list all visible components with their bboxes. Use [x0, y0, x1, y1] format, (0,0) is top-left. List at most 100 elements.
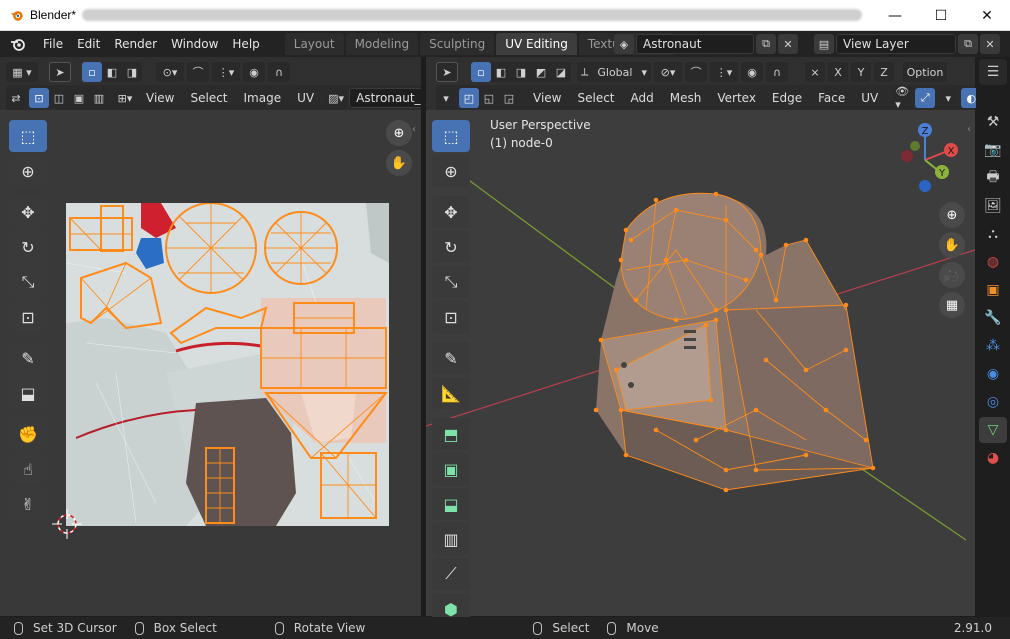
orientation-dropdown[interactable]: ⟂ Global ▾ — [577, 62, 651, 82]
maximize-button[interactable]: ☐ — [918, 0, 964, 31]
falloff-icon[interactable]: ∩ — [268, 62, 290, 82]
move-icon[interactable]: ✥ — [432, 196, 470, 228]
pivot-point-icon[interactable]: ⊘▾ — [654, 62, 682, 82]
tab-uv-editing[interactable]: UV Editing — [496, 33, 577, 55]
pivot-icon[interactable]: ⊙▾ — [156, 62, 184, 82]
rotate-icon[interactable]: ↻ — [9, 231, 47, 263]
options-dropdown[interactable]: Option — [903, 62, 947, 82]
vp-select-intersect-icon[interactable]: ◪ — [551, 62, 571, 82]
move-icon[interactable]: ✥ — [9, 196, 47, 228]
camera-view-icon[interactable]: 🎥 — [939, 262, 965, 288]
vp-menu-vertex[interactable]: Vertex — [709, 91, 764, 105]
scene-copy-icon[interactable]: ⧉ — [756, 34, 776, 54]
vp-menu-select[interactable]: Select — [569, 91, 622, 105]
axis-z-toggle[interactable]: Z — [874, 62, 894, 82]
tool-settings-icon[interactable]: ⚒ — [979, 109, 1007, 135]
world-icon[interactable]: ◍ — [979, 249, 1007, 275]
gizmo-dropdown-icon[interactable]: ▾ — [938, 88, 959, 108]
close-button[interactable]: ✕ — [964, 0, 1010, 31]
vp-menu-edge[interactable]: Edge — [764, 91, 810, 105]
scale-icon[interactable]: ⤡ — [9, 266, 47, 298]
edge-select-mode-icon[interactable]: ◱ — [479, 88, 499, 108]
vp-pan-hand-icon[interactable]: ✋ — [939, 232, 965, 258]
vp-falloff-icon[interactable]: ∩ — [766, 62, 788, 82]
sticky-select-icon[interactable]: ⊞▾ — [115, 88, 135, 108]
annotate-icon[interactable]: ✎ — [432, 342, 470, 374]
mesh-data-icon[interactable]: ▽ — [979, 417, 1007, 443]
uv-vertex-mode-icon[interactable]: ⊡ — [29, 88, 49, 108]
vp-select-invert-icon[interactable]: ◩ — [531, 62, 551, 82]
cursor-icon[interactable]: ⊕ — [9, 155, 47, 187]
select-box-icon[interactable]: ⬚ — [432, 120, 470, 152]
relax-icon[interactable]: ☝ — [9, 453, 47, 485]
tab-sculpting[interactable]: Sculpting — [420, 33, 495, 55]
vertex-select-mode-icon[interactable]: ◰ — [459, 88, 479, 108]
vp-menu-face[interactable]: Face — [810, 91, 853, 105]
menu-render[interactable]: Render — [107, 37, 164, 51]
viewport-canvas[interactable]: User Perspective (1) node-0 Z X Y ⊕ ✋ 🎥 … — [426, 110, 975, 616]
uv-menu-uv[interactable]: UV — [289, 91, 322, 105]
vp-zoom-icon[interactable]: ⊕ — [939, 202, 965, 228]
view-layer-remove-icon[interactable]: ✕ — [980, 34, 1000, 54]
select-new-icon[interactable]: ▫ — [82, 62, 102, 82]
select-subtract-icon[interactable]: ◨ — [122, 62, 142, 82]
modifier-icon[interactable]: 🔧 — [979, 305, 1007, 331]
view-layer-copy-icon[interactable]: ⧉ — [958, 34, 978, 54]
ortho-toggle-icon[interactable]: ▦ — [939, 292, 965, 318]
transform-icon[interactable]: ⊡ — [9, 301, 47, 333]
inset-icon[interactable]: ▣ — [432, 453, 470, 485]
measure-icon[interactable]: 📐 — [432, 377, 470, 409]
uv-2d-cursor-icon[interactable] — [52, 509, 82, 539]
select-extend-icon[interactable]: ◧ — [102, 62, 122, 82]
view-layer-browse-icon[interactable]: ▤ — [814, 34, 834, 54]
scene-browse-icon[interactable]: ◈ — [614, 34, 634, 54]
output-icon[interactable]: 🖶 — [979, 165, 1007, 191]
material-icon[interactable]: ◕ — [979, 445, 1007, 471]
outliner-icon[interactable]: ☰ — [979, 59, 1007, 85]
cube-project-icon[interactable]: ⬓ — [9, 377, 47, 409]
minimize-button[interactable]: — — [872, 0, 918, 31]
face-select-mode-icon[interactable]: ◲ — [499, 88, 519, 108]
uv-edge-mode-icon[interactable]: ◫ — [49, 88, 69, 108]
vp-select-new-icon[interactable]: ▫ — [471, 62, 491, 82]
scene-remove-icon[interactable]: ✕ — [778, 34, 798, 54]
axis-x-toggle[interactable]: X — [828, 62, 848, 82]
constraints-icon[interactable]: ◎ — [979, 389, 1007, 415]
visibility-icon[interactable]: 👁▾ — [892, 85, 913, 111]
menu-help[interactable]: Help — [225, 37, 266, 51]
vp-select-mode-icon[interactable]: ➤ — [436, 62, 458, 82]
cursor-icon[interactable]: ⊕ — [432, 155, 470, 187]
grab-icon[interactable]: ✊ — [9, 418, 47, 450]
knife-icon[interactable]: ⟋ — [432, 558, 470, 590]
proportional-edit-icon[interactable]: ◉ — [243, 62, 265, 82]
uv-sync-icon[interactable]: ⇄ — [6, 88, 26, 108]
menu-edit[interactable]: Edit — [70, 37, 107, 51]
object-icon[interactable]: ▣ — [979, 277, 1007, 303]
vp-snap-target-icon[interactable]: ⋮▾ — [710, 62, 738, 82]
view-layer-icon[interactable]: 🖼 — [979, 193, 1007, 219]
vp-menu-mesh[interactable]: Mesh — [662, 91, 710, 105]
bevel-icon[interactable]: ⬓ — [432, 488, 470, 520]
select-mode-icon[interactable]: ➤ — [49, 62, 71, 82]
render-icon[interactable]: 📷 — [979, 137, 1007, 163]
uv-island-mode-icon[interactable]: ▥ — [89, 88, 109, 108]
uv-menu-view[interactable]: View — [138, 91, 182, 105]
vp-select-extend-icon[interactable]: ◧ — [491, 62, 511, 82]
uv-canvas[interactable]: ⊕ ✋ ‹ — [0, 110, 421, 616]
snap-icon[interactable]: ⌒ — [187, 62, 209, 82]
extrude-icon[interactable]: ⬒ — [432, 418, 470, 450]
uv-pan-hand-icon[interactable]: ✋ — [386, 150, 412, 176]
uv-sidebar-toggle-icon[interactable]: ‹ — [412, 124, 416, 135]
scene-name-field[interactable]: Astronaut — [636, 34, 754, 54]
tab-layout[interactable]: Layout — [284, 33, 344, 55]
axis-y-toggle[interactable]: Y — [851, 62, 871, 82]
scene-icon[interactable]: ⛬ — [979, 221, 1007, 247]
annotate-icon[interactable]: ✎ — [9, 342, 47, 374]
mirror-icon[interactable]: ⨯ — [805, 62, 825, 82]
snap-target-icon[interactable]: ⋮▾ — [212, 62, 240, 82]
editor-type-icon[interactable]: ▦ ▾ — [6, 62, 38, 82]
menu-file[interactable]: File — [36, 37, 70, 51]
pinch-icon[interactable]: ✌ — [9, 488, 47, 520]
blender-menu-icon[interactable] — [8, 35, 28, 53]
vp-snap-icon[interactable]: ⌒ — [685, 62, 707, 82]
